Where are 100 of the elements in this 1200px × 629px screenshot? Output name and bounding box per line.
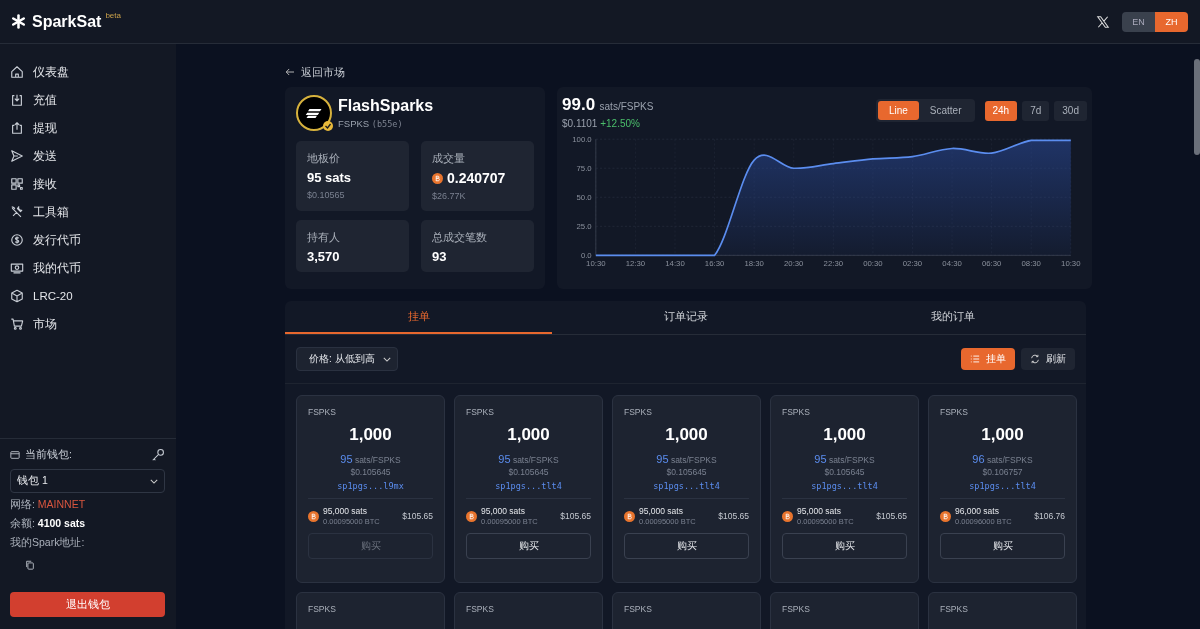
beta-label: beta — [105, 10, 121, 20]
stat-label: 成交量 — [432, 152, 466, 166]
listing-amount: 1,000 — [507, 425, 550, 445]
chevron-down-icon — [382, 356, 391, 362]
price-usd: $0.1101 — [562, 118, 598, 129]
listing-ticker: FSPKS — [940, 604, 968, 614]
seller-address[interactable]: sp1pgs...tlt4 — [653, 481, 720, 491]
chevron-down-icon — [150, 478, 158, 484]
sidebar-item[interactable]: 工具箱 — [0, 198, 176, 226]
chart-type-button[interactable]: Scatter — [918, 101, 973, 120]
price-value: 99.0 — [562, 95, 596, 114]
asterisk-logo-icon — [11, 14, 26, 29]
banknote-icon — [10, 261, 24, 275]
seller-address[interactable]: sp1pgs...tlt4 — [495, 481, 562, 491]
bitcoin-icon — [940, 510, 951, 522]
sidebar-item[interactable]: 市场 — [0, 310, 176, 338]
buy-button[interactable]: 购买 — [940, 533, 1065, 559]
sidebar-item[interactable]: 接收 — [0, 170, 176, 198]
stat-value: 3,570 — [307, 249, 340, 264]
tools-icon — [10, 205, 24, 219]
refresh-icon — [1030, 354, 1040, 364]
price-unit: sats/FSPKS — [828, 455, 875, 465]
stat-label: 总成交笔数 — [432, 231, 488, 245]
listing-ticker: FSPKS — [940, 407, 968, 417]
sidebar-item[interactable]: 提现 — [0, 114, 176, 142]
unit-price-usd: $0.105645 — [508, 467, 549, 477]
sidebar-item[interactable]: 充值 — [0, 86, 176, 114]
listing-ticker: FSPKS — [624, 407, 652, 417]
sidebar-item[interactable]: 我的代币 — [0, 254, 176, 282]
language-button[interactable]: EN — [1122, 11, 1155, 32]
total-usd: $105.65 — [718, 511, 749, 521]
scrollbar-thumb[interactable] — [1194, 59, 1200, 155]
lightning-stripes-icon — [305, 107, 323, 119]
arrow-left-icon — [285, 68, 295, 76]
total-sats: 95,000 sats — [797, 506, 842, 516]
dollar-coin-icon — [10, 233, 24, 247]
stat-value: 0.240707 — [447, 170, 506, 186]
bitcoin-icon — [308, 510, 319, 522]
stat-subvalue: $0.10565 — [307, 190, 346, 200]
buy-button[interactable]: 购买 — [624, 533, 749, 559]
tab[interactable]: 挂单 — [285, 301, 552, 334]
listing-ticker: FSPKS — [308, 407, 336, 417]
seller-address[interactable]: sp1pgs...tlt4 — [969, 481, 1036, 491]
back-link[interactable]: 返回市场 — [285, 65, 345, 79]
listing-ticker: FSPKS — [466, 604, 494, 614]
sort-select[interactable]: 价格: 从低到高 — [296, 347, 398, 371]
total-usd: $105.65 — [876, 511, 907, 521]
total-usd: $105.65 — [560, 511, 591, 521]
wallet-label: 当前钱包: — [25, 448, 73, 462]
listing-ticker: FSPKS — [308, 604, 336, 614]
sidebar-item[interactable]: 仪表盘 — [0, 58, 176, 86]
listing-amount: 1,000 — [665, 425, 708, 445]
range-button[interactable]: 30d — [1054, 100, 1087, 121]
price-unit: sats/FSPKS — [354, 455, 401, 465]
listing-ticker: FSPKS — [466, 407, 494, 417]
bitcoin-icon — [466, 510, 477, 522]
tab[interactable]: 我的订单 — [819, 301, 1086, 334]
buy-button[interactable]: 购买 — [782, 533, 907, 559]
buy-button[interactable]: 购买 — [466, 533, 591, 559]
price-change: +12.50% — [600, 118, 640, 129]
logout-button[interactable]: 退出钱包 — [10, 592, 165, 617]
balance-value: 4100 sats — [37, 517, 86, 529]
unit-price-usd: $0.106757 — [982, 467, 1023, 477]
app-logo-text: SparkSat — [32, 12, 102, 31]
sidebar-item[interactable]: 发行代币 — [0, 226, 176, 254]
stat-value: 93 — [432, 249, 447, 264]
sidebar-item[interactable]: LRC-20 — [0, 282, 176, 310]
sidebar-item[interactable]: 发送 — [0, 142, 176, 170]
range-button[interactable]: 7d — [1022, 100, 1050, 121]
bitcoin-icon — [782, 510, 793, 522]
balance-label: 余额: — [10, 517, 35, 529]
seller-address[interactable]: sp1pgs...tlt4 — [811, 481, 878, 491]
total-usd: $105.65 — [402, 511, 433, 521]
listing-ticker: FSPKS — [624, 604, 652, 614]
listing-amount: 1,000 — [349, 425, 392, 445]
key-icon[interactable] — [151, 448, 165, 462]
cube-icon — [10, 289, 24, 303]
listing-amount: 1,000 — [823, 425, 866, 445]
unit-price-usd: $0.105645 — [666, 467, 707, 477]
unit-price-usd: $0.105645 — [350, 467, 391, 477]
unit-price: 96 — [972, 453, 985, 465]
x-icon[interactable] — [1096, 14, 1110, 29]
bitcoin-icon — [432, 172, 443, 184]
wallet-select[interactable]: 钱包 1 — [10, 469, 165, 493]
listing-ticker: FSPKS — [782, 407, 810, 417]
total-usd: $106.76 — [1034, 511, 1065, 521]
total-sats: 96,000 sats — [955, 506, 1000, 516]
stat-label: 地板价 — [307, 152, 341, 166]
price-unit: sats/FSPKS — [670, 455, 717, 465]
unit-price: 95 — [656, 453, 669, 465]
upload-icon — [10, 121, 24, 135]
refresh-button[interactable]: 刷新 — [1021, 348, 1075, 370]
deposit-icon — [10, 93, 24, 107]
cart-icon — [10, 317, 24, 331]
token-name: FlashSparks — [338, 97, 434, 115]
unit-price: 95 — [340, 453, 353, 465]
copy-icon[interactable] — [25, 560, 35, 570]
listing-ticker: FSPKS — [782, 604, 810, 614]
tab[interactable]: 订单记录 — [552, 301, 819, 334]
network-label: 网络: — [10, 498, 35, 510]
